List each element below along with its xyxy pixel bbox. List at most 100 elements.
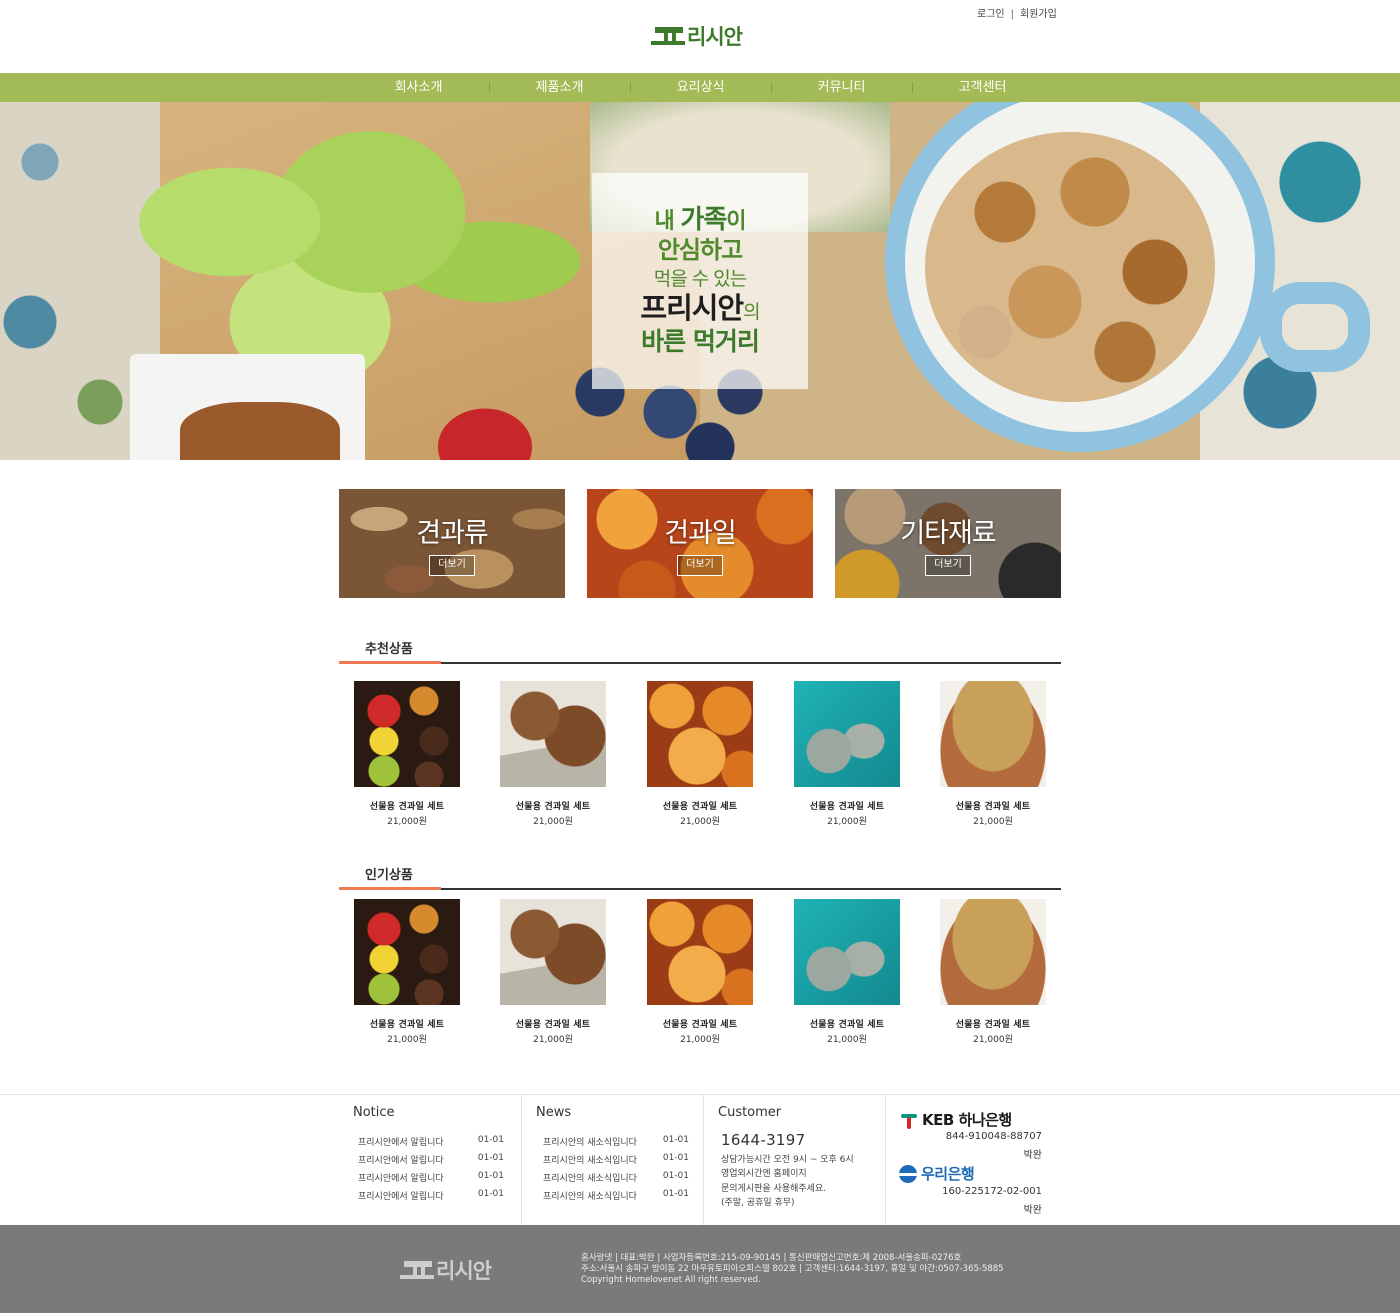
hero-slogan-line-3: 먹을 수 있는 [653,268,747,290]
product-image[interactable] [647,899,753,1005]
footer-logo: 리시안 [400,1255,492,1285]
nav-item-company[interactable]: 회사소개 [348,73,489,102]
category-title: 견과류 [416,518,489,549]
footer-logo-mark-icon [400,1259,434,1281]
hero-nuts [925,132,1215,402]
product-price: 21,000원 [827,1035,867,1045]
hero-slogan-line-2: 안심하고 [657,236,743,264]
category-banner-nuts[interactable]: 견과류 더보기 [339,489,565,598]
product-image[interactable] [940,899,1046,1005]
login-link[interactable]: 로그인 [977,9,1005,20]
product-name[interactable]: 선물용 견과일 세트 [354,1017,460,1030]
product-image[interactable] [794,681,900,787]
company-info-line: 홈사랑넷 | 대표:박완 | 사업자등록번호:215-09-90145 | 통신… [581,1253,962,1263]
product-image[interactable] [940,681,1046,787]
customer-note: 영업외시간엔 홈페이지 [721,1169,807,1179]
hero-strawberry [430,402,540,460]
product-price: 21,000원 [533,1035,573,1045]
section-accent [339,887,441,890]
more-button[interactable]: 더보기 [925,555,971,576]
nav-item-products[interactable]: 제품소개 [489,73,630,102]
customer-title: Customer [718,1105,782,1120]
news-item[interactable]: 프리시안의 새소식입니다 01-01 [543,1189,693,1207]
keb-hana-icon [899,1111,919,1129]
product-name[interactable]: 선물용 견과일 세트 [354,799,460,812]
notice-item[interactable]: 프리시안에서 알립니다 01-01 [358,1171,508,1189]
more-button[interactable]: 더보기 [677,555,723,576]
product-image[interactable] [794,899,900,1005]
notice-item[interactable]: 프리시안에서 알립니다 01-01 [358,1189,508,1207]
product-price: 21,000원 [680,1035,720,1045]
product-name[interactable]: 선물용 견과일 세트 [647,799,753,812]
section-title: 인기상품 [365,868,413,883]
product-grid-recommended: 선물용 견과일 세트 21,000원 선물용 견과일 세트 21,000원 선물… [339,681,1061,831]
bank-column: KEB 하나은행 844-910048-88707 박완 우리은행 160-22… [885,1095,1061,1226]
notice-item[interactable]: 프리시안에서 알립니다 01-01 [358,1135,508,1153]
hero-slogan-line-1: 내 가족이 [654,205,747,235]
category-banner-other-ingredients[interactable]: 기타재료 더보기 [835,489,1061,598]
product-name[interactable]: 선물용 견과일 세트 [500,1017,606,1030]
product-image[interactable] [500,899,606,1005]
hero-syrup [180,402,340,460]
category-banner-dried-fruit[interactable]: 건과일 더보기 [587,489,813,598]
customer-hours: 상담가능시간 오전 9시 ~ 오후 6시 [721,1155,854,1165]
section-header-recommended: 추천상품 [339,634,1061,666]
customer-note: (주말, 공휴일 휴무) [721,1198,795,1208]
footer-info: Notice 프리시안에서 알립니다 01-01 프리시안에서 알립니다 01-01… [0,1094,1400,1226]
product-image[interactable] [500,681,606,787]
product-name[interactable]: 선물용 견과일 세트 [647,1017,753,1030]
hero-slogan-box: 내 가족이 안심하고 먹을 수 있는 프리시안의 바른 먹거리 [592,173,808,389]
nav-item-cooking-tips[interactable]: 요리상식 [630,73,771,102]
product-card[interactable]: 선물용 견과일 세트 21,000원 [500,681,606,827]
product-price: 21,000원 [387,1035,427,1045]
news-column: News 프리시안의 새소식입니다 01-01 프리시안의 새소식입니다 01-01… [521,1095,703,1226]
notice-item[interactable]: 프리시안에서 알립니다 01-01 [358,1153,508,1171]
product-image[interactable] [354,899,460,1005]
product-card[interactable]: 선물용 견과일 세트 21,000원 [794,899,900,1045]
category-title: 건과일 [664,518,737,549]
keb-account-holder: 박완 [1023,1150,1042,1161]
product-card[interactable]: 선물용 견과일 세트 21,000원 [794,681,900,827]
woori-account-number: 160-225172-02-001 [942,1186,1042,1197]
news-title[interactable]: News [536,1105,571,1120]
company-info: 홈사랑넷 | 대표:박완 | 사업자등록번호:215-09-90145 | 통신… [581,1253,1004,1286]
product-card[interactable]: 선물용 견과일 세트 21,000원 [940,899,1046,1045]
product-card[interactable]: 선물용 견과일 세트 21,000원 [500,899,606,1045]
notice-column: Notice 프리시안에서 알립니다 01-01 프리시안에서 알립니다 01-01… [339,1095,521,1226]
product-card[interactable]: 선물용 견과일 세트 21,000원 [647,681,753,827]
news-item[interactable]: 프리시안의 새소식입니다 01-01 [543,1171,693,1189]
product-grid-popular: 선물용 견과일 세트 21,000원 선물용 견과일 세트 21,000원 선물… [339,899,1061,1049]
product-image[interactable] [354,681,460,787]
top-link-separator: | [1010,9,1014,20]
product-card[interactable]: 선물용 견과일 세트 21,000원 [354,899,460,1045]
woori-icon [899,1164,917,1183]
product-card[interactable]: 선물용 견과일 세트 21,000원 [354,681,460,827]
section-divider [339,662,1061,664]
news-item[interactable]: 프리시안의 새소식입니다 01-01 [543,1135,693,1153]
product-card[interactable]: 선물용 견과일 세트 21,000원 [940,681,1046,827]
section-divider [339,888,1061,890]
notice-title[interactable]: Notice [353,1105,395,1120]
signup-link[interactable]: 회원가입 [1020,9,1057,20]
site-logo[interactable]: 리시안 [651,22,743,50]
hero-slogan-line-4: 프리시안의 [640,291,760,325]
footer-logo-text: 리시안 [436,1259,492,1283]
product-name[interactable]: 선물용 견과일 세트 [500,799,606,812]
top-links: 로그인 | 회원가입 [977,5,1057,20]
news-item[interactable]: 프리시안의 새소식입니다 01-01 [543,1153,693,1171]
product-card[interactable]: 선물용 견과일 세트 21,000원 [647,899,753,1045]
notice-list: 프리시안에서 알립니다 01-01 프리시안에서 알립니다 01-01 프리시안에서… [358,1135,508,1207]
site-footer: 리시안 홈사랑넷 | 대표:박완 | 사업자등록번호:215-09-90145 … [0,1225,1400,1313]
product-image[interactable] [647,681,753,787]
product-price: 21,000원 [533,817,573,827]
product-price: 21,000원 [827,817,867,827]
logo-mark-icon [651,25,685,47]
product-name[interactable]: 선물용 견과일 세트 [794,799,900,812]
nav-item-customer-center[interactable]: 고객센터 [912,73,1053,102]
product-name[interactable]: 선물용 견과일 세트 [940,799,1046,812]
product-price: 21,000원 [973,1035,1013,1045]
more-button[interactable]: 더보기 [429,555,475,576]
product-name[interactable]: 선물용 견과일 세트 [794,1017,900,1030]
nav-item-community[interactable]: 커뮤니티 [771,73,912,102]
product-name[interactable]: 선물용 견과일 세트 [940,1017,1046,1030]
